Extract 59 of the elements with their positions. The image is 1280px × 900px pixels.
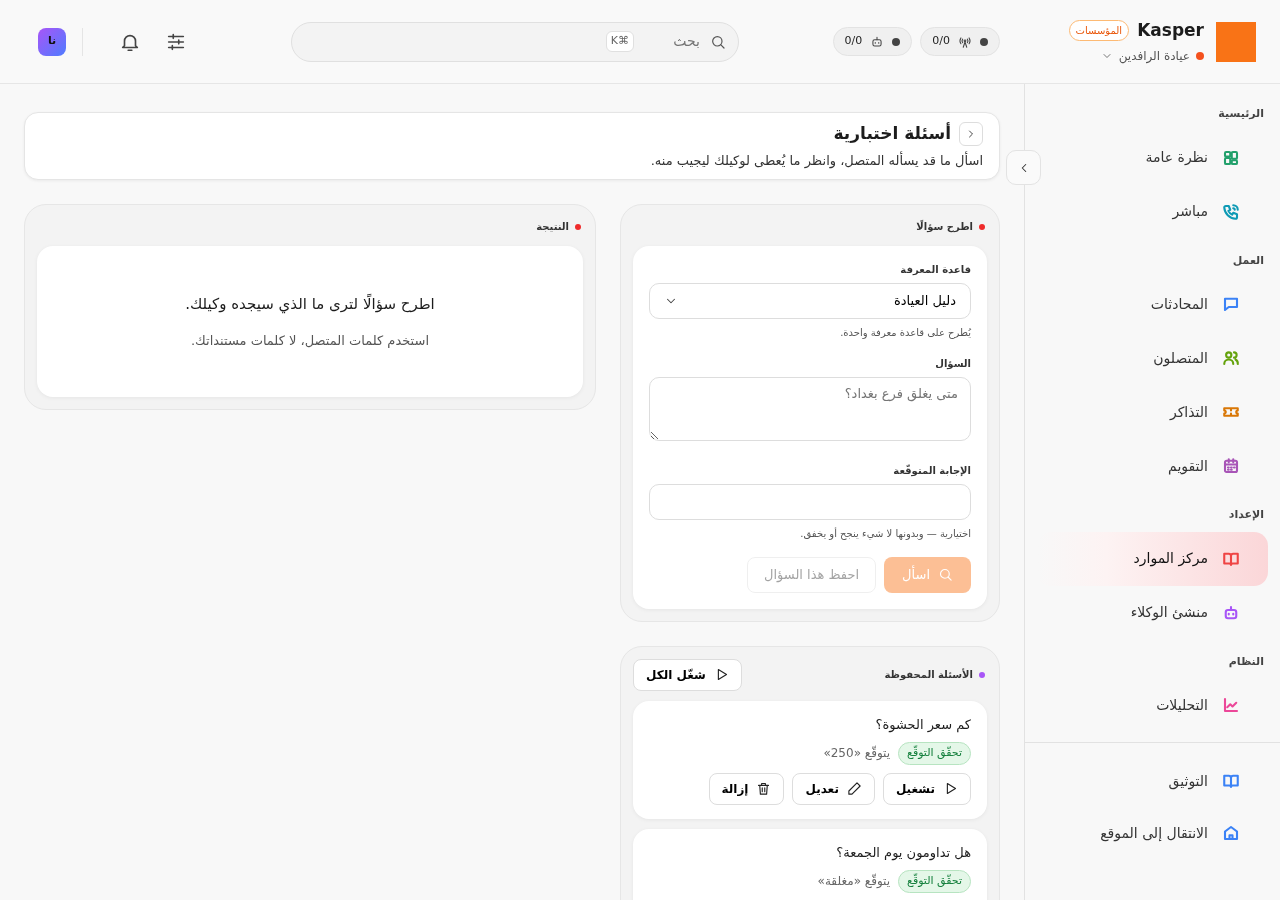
shortcut-key: ⌘K (605, 31, 634, 52)
sidebar-item[interactable]: منشئ الوكلاء (1037, 585, 1268, 640)
status-dot (892, 37, 901, 46)
expected-answer: يتوقّع «250» (823, 744, 891, 763)
field-label: قاعدة المعرفة (899, 263, 971, 277)
search-icon (938, 567, 953, 582)
run-all-button[interactable]: شغّل الكل (633, 658, 742, 691)
remove-button[interactable]: إزالة (708, 772, 785, 805)
robot-icon (870, 34, 885, 49)
pencil-icon (846, 781, 862, 796)
edit-button[interactable]: تعديل (792, 772, 875, 805)
sidebar-item[interactable]: نظرة عامة (1037, 130, 1268, 185)
help-text: اختيارية — وبدونها لا شيء ينجح أو يخفق. (799, 526, 971, 541)
empty-state-text: استخدم كلمات المتصل، لا كلمات مستنداتك. (190, 332, 430, 350)
section-title: الإعداد (1227, 507, 1265, 523)
empty-state-title: اطرح سؤالًا لترى ما الذي سيجده وكيلك. (185, 293, 435, 315)
search-field[interactable]: بحث (642, 30, 702, 53)
page-subtitle: اسأل ما قد يسأله المتصل، وانظر ما يُعطى لوكيلك ليجيب منه. (649, 150, 983, 170)
sidebar-item[interactable]: الانتقال إلى الموقع (1037, 807, 1268, 859)
panel-title: النتيجة (536, 220, 569, 234)
sidebar-item[interactable]: مباشر (1037, 184, 1268, 239)
plan-badge: المؤسسات (1068, 20, 1130, 41)
expected-answer-field[interactable] (649, 483, 971, 520)
sidebar-item[interactable]: التذاكر (1037, 385, 1268, 439)
status-pill[interactable]: 0/0 (832, 27, 913, 56)
antenna-icon (958, 34, 972, 49)
question-text: هل تداومون يوم الجمعة؟ (835, 843, 971, 862)
sidebar-item[interactable]: التوثيق (1037, 755, 1268, 807)
sidebar-item[interactable]: التحليلات (1037, 678, 1268, 732)
workspace-switcher[interactable]: عيادة الرافدين (1068, 47, 1204, 66)
sidebar-item[interactable]: المتصلون (1037, 331, 1268, 385)
panel-title: اطرح سؤالًا (916, 219, 973, 234)
sidebar-item[interactable]: المحادثات (1037, 277, 1268, 331)
run-button[interactable]: تشغيل (882, 772, 971, 805)
question-field[interactable]: متى يغلق فرع بغداد؟ (649, 377, 971, 441)
page-title: أسئلة اختبارية (833, 121, 951, 145)
logo (1216, 21, 1256, 62)
avatar[interactable]: نا (38, 27, 66, 56)
collapse-button[interactable] (1006, 150, 1041, 185)
brand-name: Kasper (1137, 18, 1204, 42)
status-pill[interactable]: 0/0 (920, 27, 1000, 56)
section-title: النظام (1227, 653, 1265, 670)
knowledge-base-select[interactable]: دليل العيادة (649, 283, 971, 319)
expected-answer: يتوقّع «مغلقة» (817, 872, 891, 891)
panel-title: الأسئلة المحفوظة (884, 667, 973, 682)
sidebar-item[interactable]: التقويم (1037, 439, 1268, 493)
field-label: الإجابة المتوقّعة (892, 463, 971, 478)
section-title: الرئيسية (1217, 106, 1265, 122)
field-label: السؤال (934, 357, 971, 371)
section-title: العمل (1231, 252, 1265, 269)
help-text: يُطرح على قاعدة معرفة واحدة. (839, 326, 971, 340)
back-button[interactable] (959, 121, 983, 146)
question-text: كم سعر الحشوة؟ (874, 715, 971, 734)
status-badge: تحقّق التوقّع (898, 742, 971, 765)
status-dot (980, 37, 988, 46)
status-dot (1196, 52, 1204, 61)
status-badge: تحقّق التوقّع (898, 870, 971, 893)
search-icon (710, 33, 726, 50)
trash-icon (756, 781, 772, 796)
